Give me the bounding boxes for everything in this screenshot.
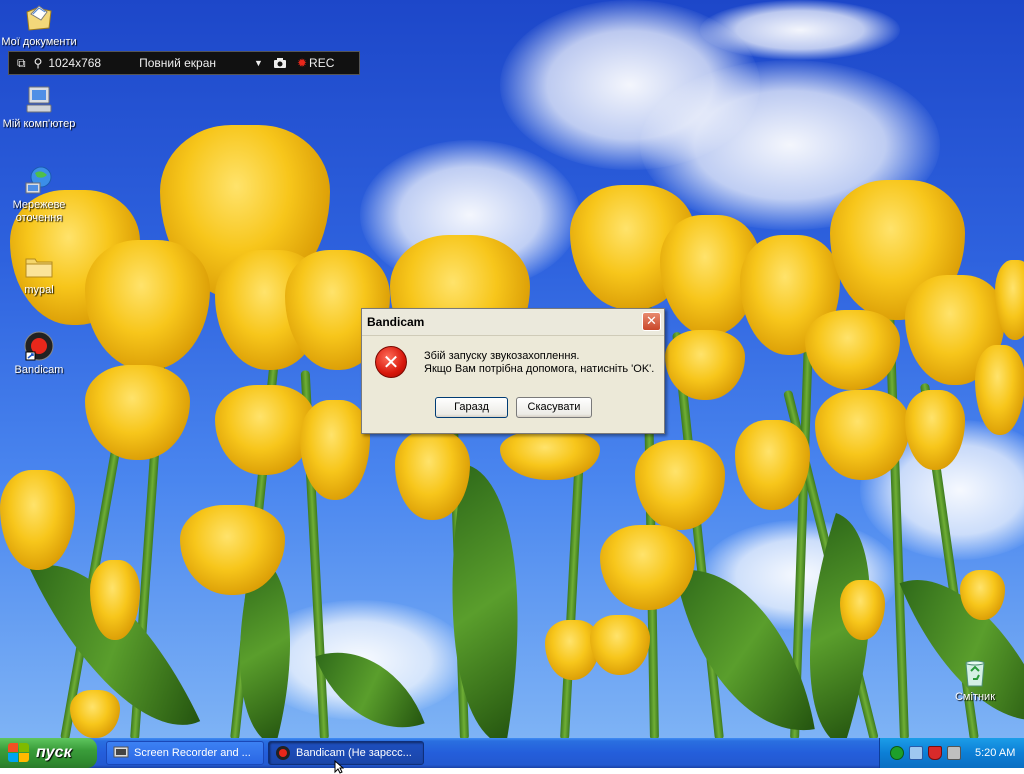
start-button[interactable]: пуск	[0, 738, 97, 768]
tulip-leaf	[899, 549, 1024, 738]
error-dialog: Bandicam ✕ ✕ Збій запуску звукозахопленн…	[361, 308, 665, 434]
desktop-icon-label: mypal	[24, 284, 54, 296]
my-documents-icon	[26, 5, 52, 31]
network-icon[interactable]	[909, 746, 923, 760]
taskbar-item-screen-recorder[interactable]: Screen Recorder and ...	[106, 741, 264, 765]
tulip-flower	[590, 615, 650, 675]
start-label: пуск	[36, 744, 72, 761]
desktop-icon-label: Мій комп'ютер	[2, 118, 76, 130]
tulip-flower	[85, 365, 190, 460]
camera-icon[interactable]	[273, 57, 287, 69]
tulip-flower	[960, 570, 1005, 620]
ok-button[interactable]: Гаразд	[435, 397, 508, 418]
desktop-icon-label: Bandicam	[14, 364, 64, 376]
desktop-icon-network-places[interactable]: Мережеве оточення	[0, 165, 78, 225]
tulip-flower	[70, 690, 120, 738]
desktop-icon-my-computer[interactable]: Мій комп'ютер	[0, 84, 78, 131]
taskbar-item-label: Screen Recorder and ...	[134, 747, 251, 759]
tulip-flower	[665, 330, 745, 400]
tulip-flower	[840, 580, 885, 640]
windows-logo-icon	[8, 743, 30, 763]
window-select-icon[interactable]: ⧉	[17, 56, 26, 71]
chevron-down-icon[interactable]: ▼	[254, 58, 263, 68]
record-label: REC	[309, 56, 335, 70]
volume-icon[interactable]	[890, 746, 904, 760]
dialog-message: Збій запуску звукозахоплення. Якщо Вам п…	[424, 350, 654, 376]
search-icon[interactable]: ⚲	[34, 56, 43, 70]
security-shield-icon[interactable]	[928, 746, 942, 760]
desktop-icon-mypal[interactable]: mypal	[0, 250, 78, 297]
network-places-icon	[25, 166, 52, 194]
bandicam-icon	[276, 746, 290, 760]
mouse-cursor-icon	[334, 760, 344, 774]
usb-device-icon[interactable]	[947, 746, 961, 760]
tulip-flower	[0, 470, 75, 570]
wallpaper-cloud	[700, 0, 900, 60]
cancel-button[interactable]: Скасувати	[516, 397, 592, 418]
system-tray: 5:20 AM	[879, 738, 1024, 768]
desktop-icon-label: Мої документи	[1, 36, 77, 48]
dialog-message-line: Збій запуску звукозахоплення.	[424, 350, 580, 362]
record-dot-icon: ✹	[296, 56, 308, 70]
recycle-bin-icon	[965, 660, 985, 687]
resolution-label: 1024x768	[48, 56, 102, 70]
recorder-toolbar: ⧉ ⚲ 1024x768 Повний екран ▼ ✹ REC	[8, 51, 360, 75]
record-button[interactable]: ✹ REC	[297, 56, 334, 70]
dialog-message-line: Якщо Вам потрібна допомога, натисніть 'O…	[424, 363, 655, 375]
clock: 5:20 AM	[975, 747, 1016, 759]
screen-recorder-icon	[113, 746, 129, 758]
dialog-title: Bandicam	[367, 315, 425, 329]
desktop-icon-label: Мережеве оточення	[12, 199, 66, 224]
taskbar: пуск Screen Recorder and ... Bandicam (Н…	[0, 738, 1024, 774]
taskbar-item-bandicam[interactable]: Bandicam (Не зарєсс...	[268, 741, 424, 765]
desktop-icon-label: Смітник	[954, 691, 996, 703]
desktop-icon-bandicam[interactable]: Bandicam	[0, 330, 78, 377]
my-computer-icon	[26, 86, 52, 113]
desktop-icon-my-documents[interactable]: Мої документи	[0, 2, 78, 49]
desktop-icon-recycle-bin[interactable]: Смітник	[936, 657, 1014, 704]
bandicam-icon	[24, 331, 54, 361]
folder-icon	[25, 258, 53, 278]
tulip-stem	[560, 460, 584, 738]
error-icon: ✕	[375, 346, 407, 378]
dialog-title-bar[interactable]: Bandicam	[362, 309, 664, 336]
close-button[interactable]: ✕	[642, 312, 661, 331]
capture-mode-label[interactable]: Повний екран	[139, 56, 216, 70]
tulip-flower	[85, 240, 210, 370]
taskbar-item-label: Bandicam (Не зарєсс...	[296, 747, 412, 759]
tulip-flower	[805, 310, 900, 390]
tulip-flower	[500, 430, 600, 480]
